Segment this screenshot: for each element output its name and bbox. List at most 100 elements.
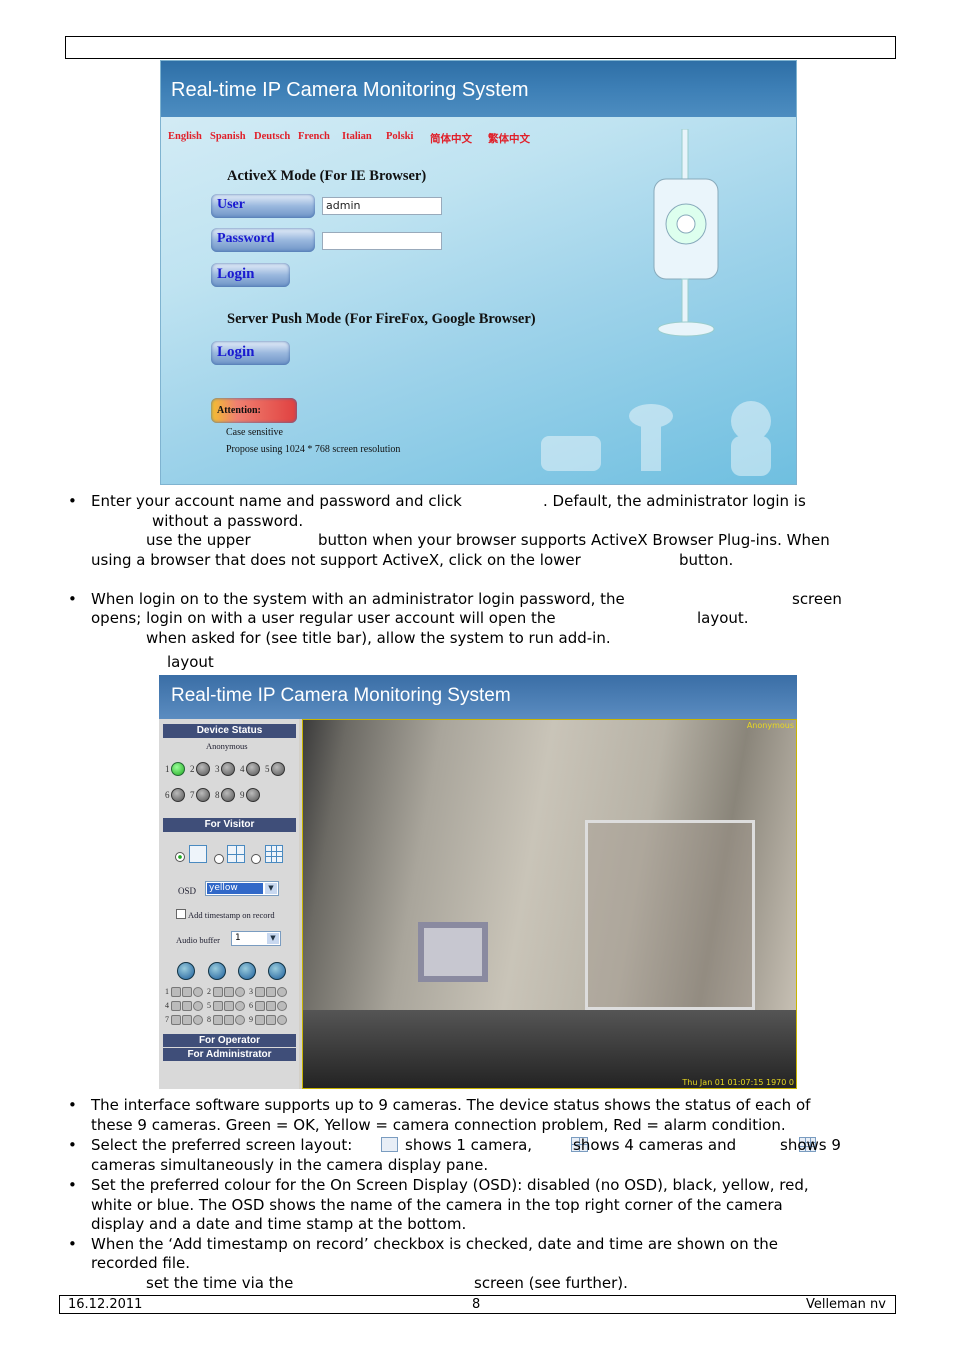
osd-value: yellow: [207, 883, 263, 894]
camera-status-3-icon[interactable]: [221, 762, 235, 776]
text-line: cameras simultaneously in the camera dis…: [91, 1156, 489, 1174]
camera-7-talk-button[interactable]: [182, 1015, 192, 1025]
camera-4-audio-button[interactable]: [171, 1001, 181, 1011]
camera-8-record-button[interactable]: [235, 1015, 245, 1025]
camera-number: 5: [265, 764, 270, 774]
osd-camera-name: Anonymous: [746, 721, 794, 730]
text-line: The interface software supports up to 9 …: [91, 1096, 811, 1114]
play-button[interactable]: [208, 962, 226, 980]
camera-number: 3: [249, 987, 253, 996]
text-line: shows 9: [780, 1136, 841, 1154]
for-operator-header[interactable]: For Operator: [163, 1034, 296, 1047]
camera-7-audio-button[interactable]: [171, 1015, 181, 1025]
lang-italian[interactable]: Italian: [342, 131, 372, 142]
osd-timestamp: Thu Jan 01 01:07:15 1970 0: [682, 1078, 794, 1087]
camera-number: 9: [240, 790, 245, 800]
bullet: •: [68, 1096, 77, 1114]
bullet: •: [68, 1176, 77, 1194]
camera-status-2-icon[interactable]: [196, 762, 210, 776]
camera-number: 3: [215, 764, 220, 774]
password-input[interactable]: [322, 232, 442, 250]
camera-9-record-button[interactable]: [277, 1015, 287, 1025]
lang-polski[interactable]: Polski: [386, 131, 413, 142]
text-line: Set the preferred colour for the On Scre…: [91, 1176, 809, 1194]
camera-number: 6: [249, 1001, 253, 1010]
camera-6-record-button[interactable]: [277, 1001, 287, 1011]
camera-3-record-button[interactable]: [277, 987, 287, 997]
lang-spanish[interactable]: Spanish: [210, 131, 246, 142]
osd-select[interactable]: yellow ▼: [205, 881, 279, 896]
audio-buffer-value: 1: [235, 933, 241, 943]
layout-4-radio[interactable]: [214, 854, 224, 864]
camera-4-talk-button[interactable]: [182, 1001, 192, 1011]
camera-illustration-icon: [653, 129, 719, 337]
stop-button[interactable]: [238, 962, 256, 980]
camera-number: 8: [207, 1015, 211, 1024]
camera-6-talk-button[interactable]: [266, 1001, 276, 1011]
camera-scene-rack: [585, 820, 755, 1010]
camera-1-audio-button[interactable]: [171, 987, 181, 997]
camera-6-audio-button[interactable]: [255, 1001, 265, 1011]
camera-status-6-icon[interactable]: [171, 788, 185, 802]
for-administrator-header[interactable]: For Administrator: [163, 1048, 296, 1061]
layout-9-icon: [265, 845, 283, 863]
camera-2-audio-button[interactable]: [213, 987, 223, 997]
camera-number: 8: [215, 790, 220, 800]
camera-7-record-button[interactable]: [193, 1015, 203, 1025]
lang-deutsch[interactable]: Deutsch: [254, 131, 290, 142]
open-folder-button[interactable]: [177, 962, 195, 980]
for-visitor-header[interactable]: For Visitor: [163, 818, 296, 832]
activex-login-button[interactable]: Login: [211, 263, 290, 287]
camera-9-talk-button[interactable]: [266, 1015, 276, 1025]
camera-3-talk-button[interactable]: [266, 987, 276, 997]
camera-number: 2: [207, 987, 211, 996]
camera-number: 2: [190, 764, 195, 774]
text-line: use the upper: [146, 531, 251, 549]
camera-3-audio-button[interactable]: [255, 987, 265, 997]
bullet: •: [68, 1136, 77, 1154]
sidebar: Device Status Anonymous 1 2 3 4 5 6 7 8 9 For Vi…: [159, 719, 299, 1089]
camera-2-record-button[interactable]: [235, 987, 245, 997]
device-status-header: Device Status: [163, 724, 296, 738]
chevron-down-icon: ▼: [267, 933, 279, 944]
camera-1-talk-button[interactable]: [182, 987, 192, 997]
audio-buffer-label: Audio buffer: [176, 935, 220, 945]
camera-status-5-icon[interactable]: [271, 762, 285, 776]
camera-5-record-button[interactable]: [235, 1001, 245, 1011]
audio-buffer-select[interactable]: 1 ▼: [231, 931, 281, 946]
camera-status-8-icon[interactable]: [221, 788, 235, 802]
user-label-button: User: [211, 194, 315, 218]
lang-english[interactable]: English: [168, 131, 202, 142]
lang-simplified-chinese[interactable]: 简体中文: [430, 131, 472, 146]
camera-8-talk-button[interactable]: [224, 1015, 234, 1025]
camera-5-talk-button[interactable]: [224, 1001, 234, 1011]
camera-number: 1: [165, 987, 169, 996]
camera-1-record-button[interactable]: [193, 987, 203, 997]
camera-status-9-icon[interactable]: [246, 788, 260, 802]
camera-5-audio-button[interactable]: [213, 1001, 223, 1011]
server-push-login-button[interactable]: Login: [211, 341, 290, 365]
text-line: layout.: [697, 609, 749, 627]
footer-date: 16.12.2011: [68, 1297, 143, 1312]
camera-number: 1: [165, 764, 170, 774]
camera-8-audio-button[interactable]: [213, 1015, 223, 1025]
camera-4-record-button[interactable]: [193, 1001, 203, 1011]
timestamp-checkbox[interactable]: [176, 909, 186, 919]
camera-2-talk-button[interactable]: [224, 987, 234, 997]
lang-french[interactable]: French: [298, 131, 330, 142]
text-line: Enter your account name and password and…: [91, 492, 462, 510]
text-line: using a browser that does not support Ac…: [91, 551, 581, 569]
camera-status-7-icon[interactable]: [196, 788, 210, 802]
server-push-heading: Server Push Mode (For FireFox, Google Br…: [227, 311, 536, 327]
lang-traditional-chinese[interactable]: 繁体中文: [488, 131, 530, 146]
note-case-sensitive: Case sensitive: [226, 427, 283, 438]
user-input[interactable]: admin: [322, 197, 442, 215]
text-line: recorded file.: [91, 1254, 191, 1272]
snapshot-button[interactable]: [268, 962, 286, 980]
layout-1-radio[interactable]: [175, 852, 185, 862]
camera-9-audio-button[interactable]: [255, 1015, 265, 1025]
camera-status-4-icon[interactable]: [246, 762, 260, 776]
layout-9-radio[interactable]: [251, 854, 261, 864]
camera-status-1-icon[interactable]: [171, 762, 185, 776]
timestamp-label: Add timestamp on record: [188, 910, 275, 920]
